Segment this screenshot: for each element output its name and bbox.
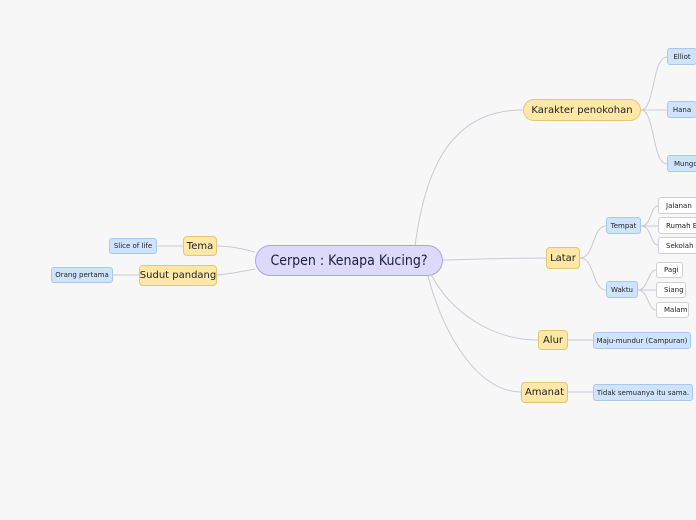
leaf-jalanan[interactable]: Jalanan <box>658 197 696 214</box>
topic-sudut-pandang[interactable]: Sudut pandang <box>139 265 217 286</box>
leaf-pagi[interactable]: Pagi <box>656 262 683 278</box>
link-latar-tempat <box>579 225 607 259</box>
subtopic-tidak-semuanya[interactable]: Tidak semuanya itu sama. <box>593 384 693 401</box>
leaf-siang[interactable]: Siang <box>656 282 686 298</box>
subtopic-elliot[interactable]: Elliot <box>667 48 696 65</box>
topic-karakter-penokohan[interactable]: Karakter penokohan <box>523 99 641 121</box>
subtopic-maju-mundur[interactable]: Maju-mundur (Campuran) <box>593 332 691 349</box>
subtopic-tempat[interactable]: Tempat <box>606 217 641 234</box>
link-tempat-sekolah <box>640 225 659 246</box>
link-root-latar <box>442 257 547 261</box>
topic-alur[interactable]: Alur <box>538 330 568 350</box>
topic-tema[interactable]: Tema <box>183 236 217 256</box>
link-waktu-pagi <box>637 269 657 291</box>
link-latar-waktu <box>579 257 607 291</box>
link-root-karakter <box>414 109 524 247</box>
subtopic-mungchi[interactable]: Mungchi <box>667 155 696 172</box>
subtopic-orang-pertama[interactable]: Orang pertama <box>51 267 113 283</box>
subtopic-waktu[interactable]: Waktu <box>606 281 638 298</box>
link-root-sudut <box>216 268 256 276</box>
topic-amanat[interactable]: Amanat <box>521 382 568 403</box>
topic-latar[interactable]: Latar <box>546 247 580 269</box>
link-karakter-mungchi <box>640 109 668 165</box>
leaf-malam[interactable]: Malam <box>656 302 689 318</box>
root-topic[interactable]: Cerpen : Kenapa Kucing? <box>255 245 443 276</box>
mindmap-canvas: Cerpen : Kenapa Kucing? Karakter penokoh… <box>0 0 696 520</box>
subtopic-slice-of-life[interactable]: Slice of life <box>109 238 157 254</box>
link-tempat-jalanan <box>640 205 659 227</box>
link-root-amanat <box>427 275 522 393</box>
link-waktu-malam <box>637 289 657 311</box>
link-root-tema <box>216 245 256 253</box>
leaf-rumah-elliot[interactable]: Rumah Elliot <box>658 217 696 234</box>
link-karakter-elliot <box>640 56 668 111</box>
leaf-sekolah[interactable]: Sekolah <box>658 237 696 254</box>
subtopic-hana[interactable]: Hana <box>667 101 696 118</box>
